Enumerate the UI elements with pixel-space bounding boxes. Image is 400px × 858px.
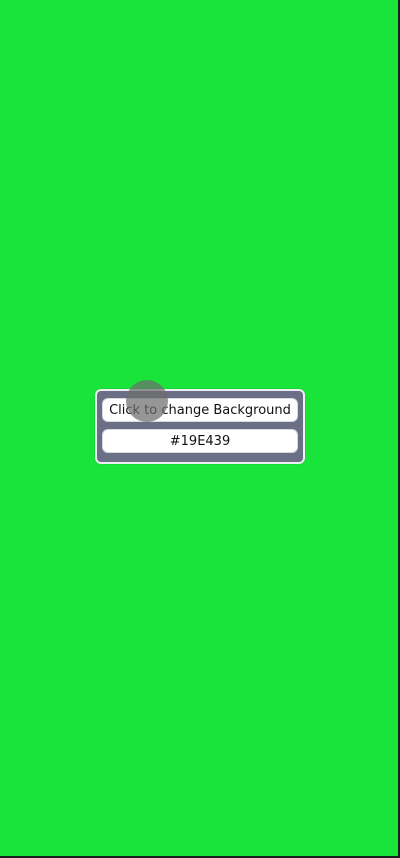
control-panel: Click to change Background #19E439 <box>95 389 305 464</box>
change-background-button-label: Click to change Background <box>109 402 291 418</box>
hex-color-value: #19E439 <box>169 433 231 449</box>
change-background-button[interactable]: Click to change Background <box>102 398 298 422</box>
hex-color-display: #19E439 <box>102 429 298 453</box>
